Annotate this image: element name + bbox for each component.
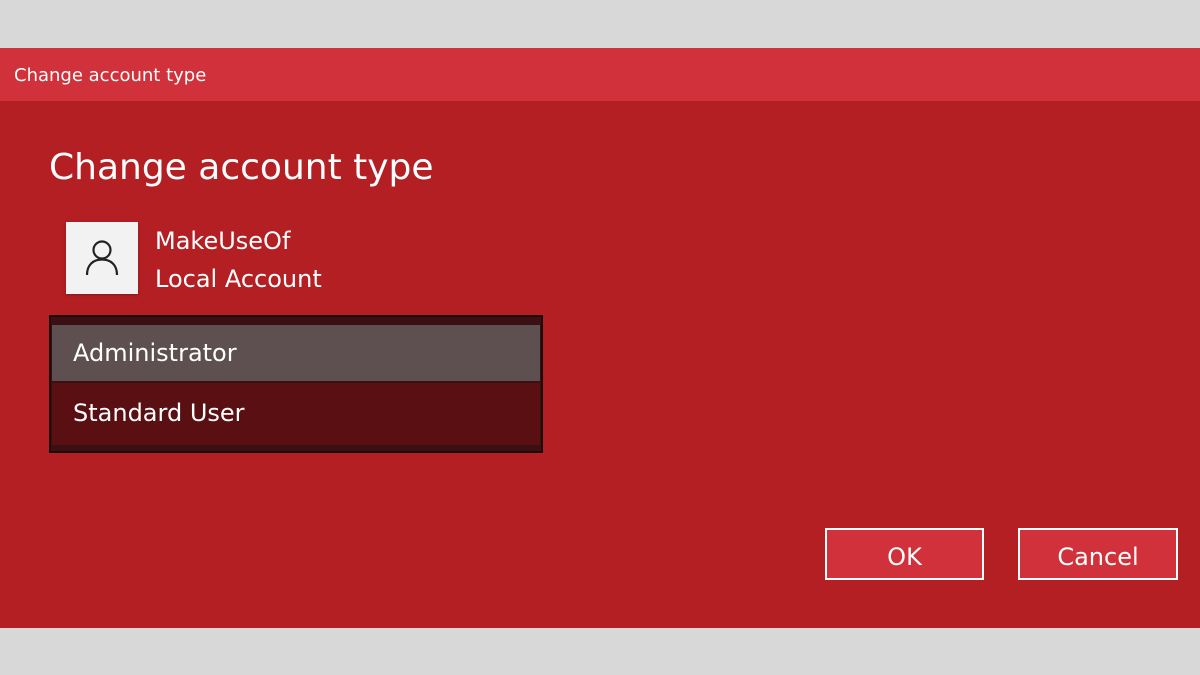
ok-button[interactable]: OK [825,528,984,580]
change-account-type-dialog: Change account type Change account type … [0,48,1200,628]
dialog-heading: Change account type [49,147,434,188]
option-label: Administrator [73,339,237,367]
account-type-list[interactable]: Administrator Standard User [49,315,543,453]
title-bar[interactable]: Change account type [0,48,1200,101]
avatar [66,222,138,294]
account-name: MakeUseOf [155,227,291,255]
account-kind: Local Account [155,265,322,293]
option-label: Standard User [73,399,245,427]
window-title: Change account type [14,65,207,86]
option-standard-user[interactable]: Standard User [52,383,540,445]
option-administrator[interactable]: Administrator [52,325,540,381]
user-icon [85,240,119,276]
cancel-button[interactable]: Cancel [1018,528,1178,580]
